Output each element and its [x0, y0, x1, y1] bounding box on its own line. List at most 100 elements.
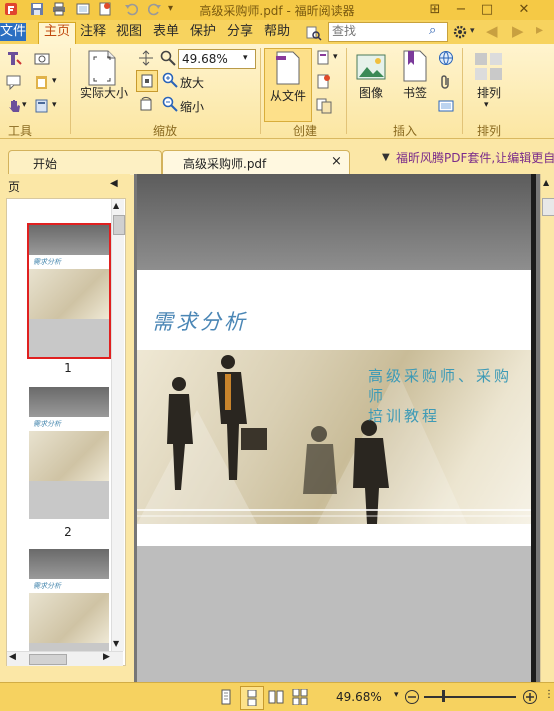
doc-scrollbar-thumb[interactable] — [542, 198, 554, 216]
single-page-view-icon[interactable] — [218, 689, 234, 705]
document-scrollbar[interactable]: ▲ — [540, 174, 554, 682]
status-zoom-value[interactable]: 49.68% — [336, 690, 382, 704]
menu-help[interactable]: 帮助 — [264, 23, 290, 41]
tab-list-dropdown-icon[interactable]: ▼ — [382, 152, 390, 163]
zoom-out-button[interactable]: 缩小 — [180, 98, 204, 115]
zoom-value: 49.68% — [182, 52, 228, 66]
redo-icon[interactable] — [148, 2, 162, 16]
text-select-icon[interactable] — [6, 50, 22, 66]
page-thumbnail[interactable]: 需求分析 — [29, 387, 109, 519]
scroll-up-icon[interactable]: ▲ — [113, 201, 119, 210]
quick-access-dropdown-icon[interactable]: ▾ — [168, 3, 173, 14]
clipboard-dropdown-icon[interactable]: ▾ — [52, 76, 57, 86]
blank-page-icon[interactable] — [316, 74, 332, 90]
create-dropdown-doc-icon[interactable] — [316, 50, 332, 66]
menu-view[interactable]: 视图 — [116, 23, 142, 41]
scroll-left-icon[interactable]: ◀ — [9, 652, 16, 662]
save-icon[interactable] — [30, 2, 44, 16]
maximize-button[interactable]: □ — [476, 0, 498, 20]
fit-page-button[interactable] — [136, 70, 158, 92]
new-icon[interactable] — [98, 2, 112, 16]
bookmark-button[interactable]: 书签 — [398, 84, 432, 101]
status-zoom-in-icon[interactable] — [522, 689, 538, 705]
close-button[interactable]: ✕ — [504, 0, 544, 20]
link-icon[interactable] — [438, 50, 454, 66]
zoom-select[interactable]: 49.68% ▾ — [178, 49, 256, 69]
menu-home[interactable]: 主页 — [38, 22, 76, 44]
thumbnail-scrollbar[interactable]: ▲ ▼ — [111, 199, 125, 651]
image-icon[interactable] — [356, 52, 386, 82]
zoom-dropdown-icon: ▾ — [243, 53, 248, 63]
minimize-button[interactable]: − — [450, 0, 472, 20]
status-zoom-out-icon[interactable] — [404, 689, 420, 705]
bookmark-icon[interactable] — [402, 50, 428, 82]
page-thumbnail[interactable]: 需求分析 — [27, 223, 111, 359]
zoom-slider-track[interactable] — [424, 696, 516, 698]
page-tool-icon[interactable] — [34, 98, 50, 114]
scroll-down-icon[interactable]: ▼ — [113, 639, 119, 648]
image-button[interactable]: 图像 — [354, 84, 388, 101]
nav-end-icon[interactable]: ▸ — [536, 22, 543, 38]
page-thumbnail[interactable]: 需求分析 — [29, 549, 109, 665]
continuous-facing-icon[interactable] — [292, 689, 308, 705]
nav-back-icon[interactable]: ◀ — [486, 22, 498, 40]
settings-gear-icon[interactable] — [452, 24, 470, 40]
scrollbar-thumb[interactable] — [113, 215, 125, 235]
tab-document[interactable]: 高级采购师.pdf × — [162, 150, 350, 175]
video-icon[interactable] — [438, 98, 454, 114]
hand-tool-icon[interactable] — [6, 98, 22, 114]
promo-link[interactable]: 福昕风腾PDF套件,让编辑更自由 — [396, 149, 554, 169]
panel-collapse-icon[interactable]: ◀ — [110, 178, 118, 189]
attachment-icon[interactable] — [438, 74, 454, 90]
rotate-icon[interactable] — [138, 96, 154, 112]
continuous-view-button[interactable] — [240, 686, 264, 710]
menu-annotate[interactable]: 注释 — [80, 23, 106, 41]
settings-dropdown-icon[interactable]: ▾ — [470, 26, 475, 36]
menu-file[interactable]: 文件 — [0, 23, 26, 41]
subheading-line-1: 高级采购师、采购师 — [368, 367, 513, 405]
print-icon[interactable] — [52, 2, 66, 16]
menu-protect[interactable]: 保护 — [190, 23, 216, 41]
create-dropdown-icon[interactable]: ▾ — [333, 52, 338, 62]
find-tool-icon[interactable] — [306, 25, 322, 41]
search-icon[interactable]: ⌕ — [429, 23, 436, 38]
page-tool-dropdown-icon[interactable]: ▾ — [52, 100, 57, 110]
zoom-in-icon[interactable] — [162, 72, 178, 88]
arrange-button[interactable]: 排列 — [470, 84, 508, 101]
combine-files-icon[interactable] — [316, 98, 332, 114]
ribbon-options-icon[interactable]: ⊞ — [424, 0, 446, 20]
snapshot-icon[interactable] — [34, 50, 50, 66]
status-zoom-dropdown-icon[interactable]: ▾ — [394, 690, 399, 700]
tab-start[interactable]: 开始 — [8, 150, 162, 175]
actual-size-button[interactable]: 实际大小 — [76, 84, 132, 101]
facing-view-icon[interactable] — [268, 689, 284, 705]
thumb-header — [29, 549, 109, 579]
nav-forward-icon[interactable]: ▶ — [512, 22, 524, 40]
scroll-right-icon[interactable]: ▶ — [103, 652, 110, 662]
open-icon[interactable] — [76, 2, 90, 16]
clipboard-icon[interactable] — [34, 74, 50, 90]
hand-dropdown-icon[interactable]: ▾ — [22, 100, 27, 110]
actual-size-icon[interactable] — [86, 50, 118, 86]
menu-form[interactable]: 表单 — [153, 23, 179, 41]
arrange-dropdown-icon[interactable]: ▾ — [484, 100, 489, 110]
comment-icon[interactable] — [6, 74, 22, 90]
undo-icon[interactable] — [124, 2, 138, 16]
menu-share[interactable]: 分享 — [227, 23, 253, 41]
zoom-in-button[interactable]: 放大 — [180, 74, 204, 91]
arrange-icon[interactable] — [474, 52, 504, 82]
zoom-out-icon[interactable] — [162, 96, 178, 112]
from-file-button[interactable]: 从文件 — [264, 48, 312, 122]
zoom-magnifier-icon[interactable] — [160, 50, 176, 66]
search-input[interactable] — [329, 23, 426, 39]
fit-width-icon[interactable] — [138, 50, 154, 66]
doc-scroll-up-icon[interactable]: ▲ — [543, 178, 549, 187]
page-heading: 需求分析 — [152, 310, 248, 334]
zoom-slider-handle[interactable] — [442, 690, 445, 702]
status-more-icon[interactable]: ⋮ — [544, 689, 554, 700]
tab-close-button[interactable]: × — [331, 154, 342, 169]
ribbon-separator — [346, 48, 347, 134]
insert-group-label: 插入 — [392, 124, 417, 138]
hscroll-thumb[interactable] — [29, 654, 67, 665]
thumbnail-hscrollbar[interactable]: ◀ ▶ — [7, 651, 123, 666]
